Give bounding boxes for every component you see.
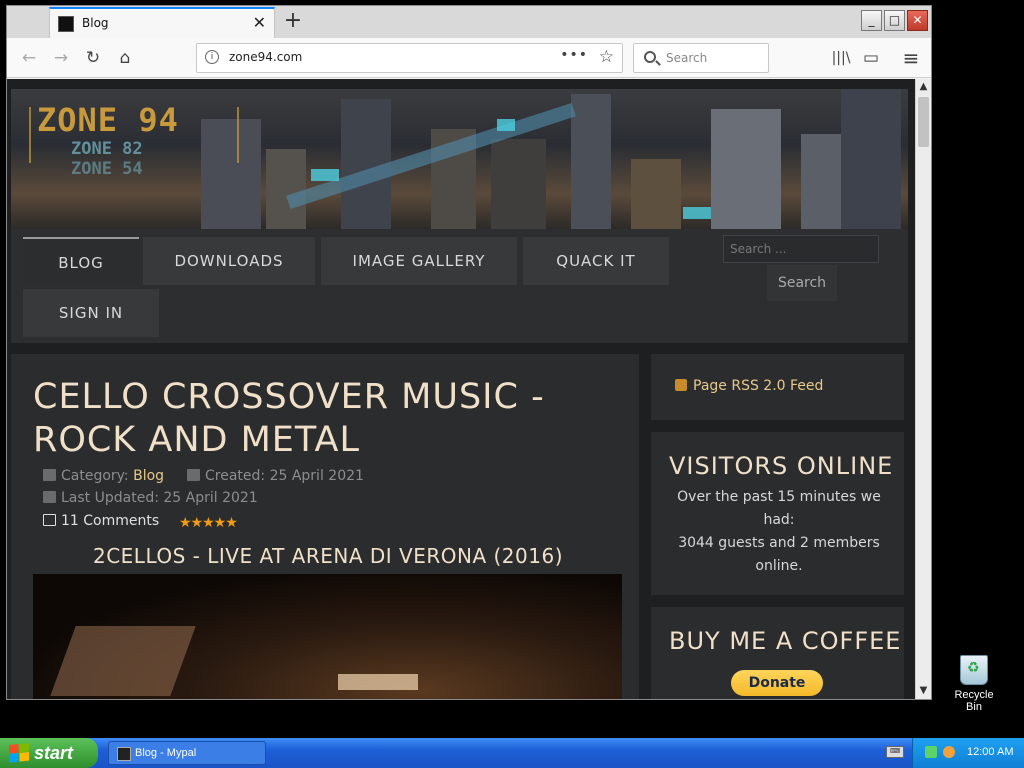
network-icon[interactable]	[925, 746, 937, 758]
search-icon	[644, 51, 656, 63]
visitors-heading: VISITORS ONLINE	[669, 452, 894, 480]
site-search-input[interactable]: Search ...	[723, 235, 879, 263]
page-actions-icon[interactable]: •••	[560, 47, 588, 63]
start-label: start	[34, 743, 74, 763]
back-arrow-icon[interactable]: ←	[17, 46, 41, 70]
menu-item-sign-in[interactable]: SIGN IN	[23, 289, 159, 337]
rss-label: Page RSS 2.0 Feed	[693, 378, 824, 394]
windows-logo-icon	[9, 742, 29, 764]
comments-link[interactable]: 11 Comments	[61, 513, 159, 529]
coffee-heading: BUY ME A COFFEE	[669, 627, 902, 655]
web-page: ZONE 94 ZONE 82 ZONE 54 BLOG DOWNLOADS I…	[7, 79, 915, 699]
article-comments: 11 Comments	[43, 513, 159, 529]
tab-title: Blog	[82, 16, 109, 30]
rating-stars[interactable]: ★★★★★	[179, 515, 238, 531]
logo-subtitle-2: ZONE 54	[71, 159, 143, 179]
library-icon[interactable]: |||\	[829, 46, 853, 70]
article-title: CELLO CROSSOVER MUSIC - ROCK AND METAL	[33, 377, 545, 460]
clock[interactable]: 12:00 AM	[967, 746, 1013, 758]
donate-button[interactable]: Donate	[731, 670, 823, 696]
category-link[interactable]: Blog	[133, 468, 164, 484]
tab-blog[interactable]: Blog ✕	[49, 7, 275, 38]
visitors-panel: VISITORS ONLINE Over the past 15 minutes…	[651, 432, 904, 595]
maximize-button[interactable]: □	[884, 10, 905, 31]
created-date: Created: 25 April 2021	[205, 468, 364, 484]
reload-icon[interactable]: ↻	[81, 46, 105, 70]
system-tray: 12:00 AM	[912, 738, 1024, 768]
home-icon[interactable]: ⌂	[113, 46, 137, 70]
forward-arrow-icon[interactable]: →	[49, 46, 73, 70]
sidebar: Page RSS 2.0 Feed VISITORS ONLINE Over t…	[651, 354, 908, 699]
scroll-down-icon[interactable]: ▼	[916, 683, 931, 699]
site-banner: ZONE 94 ZONE 82 ZONE 54	[11, 89, 908, 229]
site-logo[interactable]: ZONE 94	[37, 101, 179, 139]
site-search-button[interactable]: Search	[767, 265, 837, 301]
menu-item-downloads[interactable]: DOWNLOADS	[143, 237, 315, 285]
tab-bar: Blog ✕ + _ □ ✕	[7, 6, 931, 38]
recycle-bin-label: Recycle Bin	[954, 689, 994, 713]
url-text[interactable]: zone94.com	[229, 50, 302, 64]
visitors-text: Over the past 15 minutes we had: 3044 gu…	[669, 486, 889, 578]
minimize-button[interactable]: _	[861, 10, 882, 31]
page-scrollbar[interactable]: ▲ ▼	[915, 79, 931, 699]
taskbar-item-browser[interactable]: Blog - Mypal	[108, 741, 266, 765]
site-favicon-icon	[58, 16, 74, 32]
coffee-panel: BUY ME A COFFEE Donate	[651, 607, 904, 699]
menu-item-image-gallery[interactable]: IMAGE GALLERY	[321, 237, 517, 285]
rss-icon	[675, 379, 687, 391]
menu-item-blog[interactable]: BLOG	[23, 237, 139, 285]
start-button[interactable]: start	[0, 738, 98, 768]
recycle-bin[interactable]: Recycle Bin	[947, 655, 1001, 713]
video-title: 2CELLOS - LIVE AT ARENA DI VERONA (2016)	[92, 544, 564, 568]
keyboard-icon[interactable]: ⌨	[886, 746, 904, 758]
scroll-thumb[interactable]	[918, 97, 929, 147]
folder-icon	[43, 469, 56, 481]
comment-icon	[43, 514, 56, 526]
main-menu: BLOG DOWNLOADS IMAGE GALLERY QUACK IT SI…	[11, 229, 908, 343]
hamburger-menu-icon[interactable]: ≡	[899, 46, 923, 70]
logo-subtitle: ZONE 82	[71, 139, 143, 159]
search-tray-icon[interactable]	[943, 746, 955, 758]
site-info-icon[interactable]: i	[205, 50, 219, 64]
recycle-bin-icon	[960, 655, 988, 685]
category-label: Category:	[61, 468, 129, 484]
url-bar[interactable]: i zone94.com ••• ☆	[196, 43, 623, 73]
browser-search-input[interactable]: Search	[633, 43, 769, 73]
new-tab-button[interactable]: +	[279, 8, 307, 33]
search-placeholder: Search	[666, 51, 708, 65]
visitors-text-line2: 3044 guests and 2 members online.	[678, 535, 880, 574]
updated-date: Last Updated: 25 April 2021	[61, 490, 258, 506]
tab-close-icon[interactable]: ✕	[253, 13, 266, 32]
calendar-icon	[43, 491, 56, 503]
article-updated: Last Updated: 25 April 2021	[43, 490, 258, 506]
article-created: Created: 25 April 2021	[187, 468, 364, 484]
article-category: Category: Blog	[43, 468, 164, 484]
browser-window: Blog ✕ + _ □ ✕ ← → ↻ ⌂ i zone94.com ••• …	[6, 5, 932, 700]
sidebar-toggle-icon[interactable]: ▭	[859, 46, 883, 70]
navigation-toolbar: ← → ↻ ⌂ i zone94.com ••• ☆ Search |||\ ▭…	[7, 38, 931, 78]
rss-link[interactable]: Page RSS 2.0 Feed	[675, 378, 823, 394]
close-window-button[interactable]: ✕	[907, 10, 928, 31]
calendar-icon	[187, 469, 200, 481]
taskbar: start Blog - Mypal ⌨ 12:00 AM	[0, 738, 1024, 768]
article: CELLO CROSSOVER MUSIC - ROCK AND METAL C…	[11, 354, 639, 699]
scroll-up-icon[interactable]: ▲	[916, 79, 931, 95]
menu-item-quack-it[interactable]: QUACK IT	[523, 237, 669, 285]
rss-panel: Page RSS 2.0 Feed	[651, 354, 904, 420]
visitors-text-line1: Over the past 15 minutes we had:	[677, 489, 881, 528]
video-player[interactable]	[33, 574, 622, 699]
bookmark-star-icon[interactable]: ☆	[599, 47, 614, 67]
